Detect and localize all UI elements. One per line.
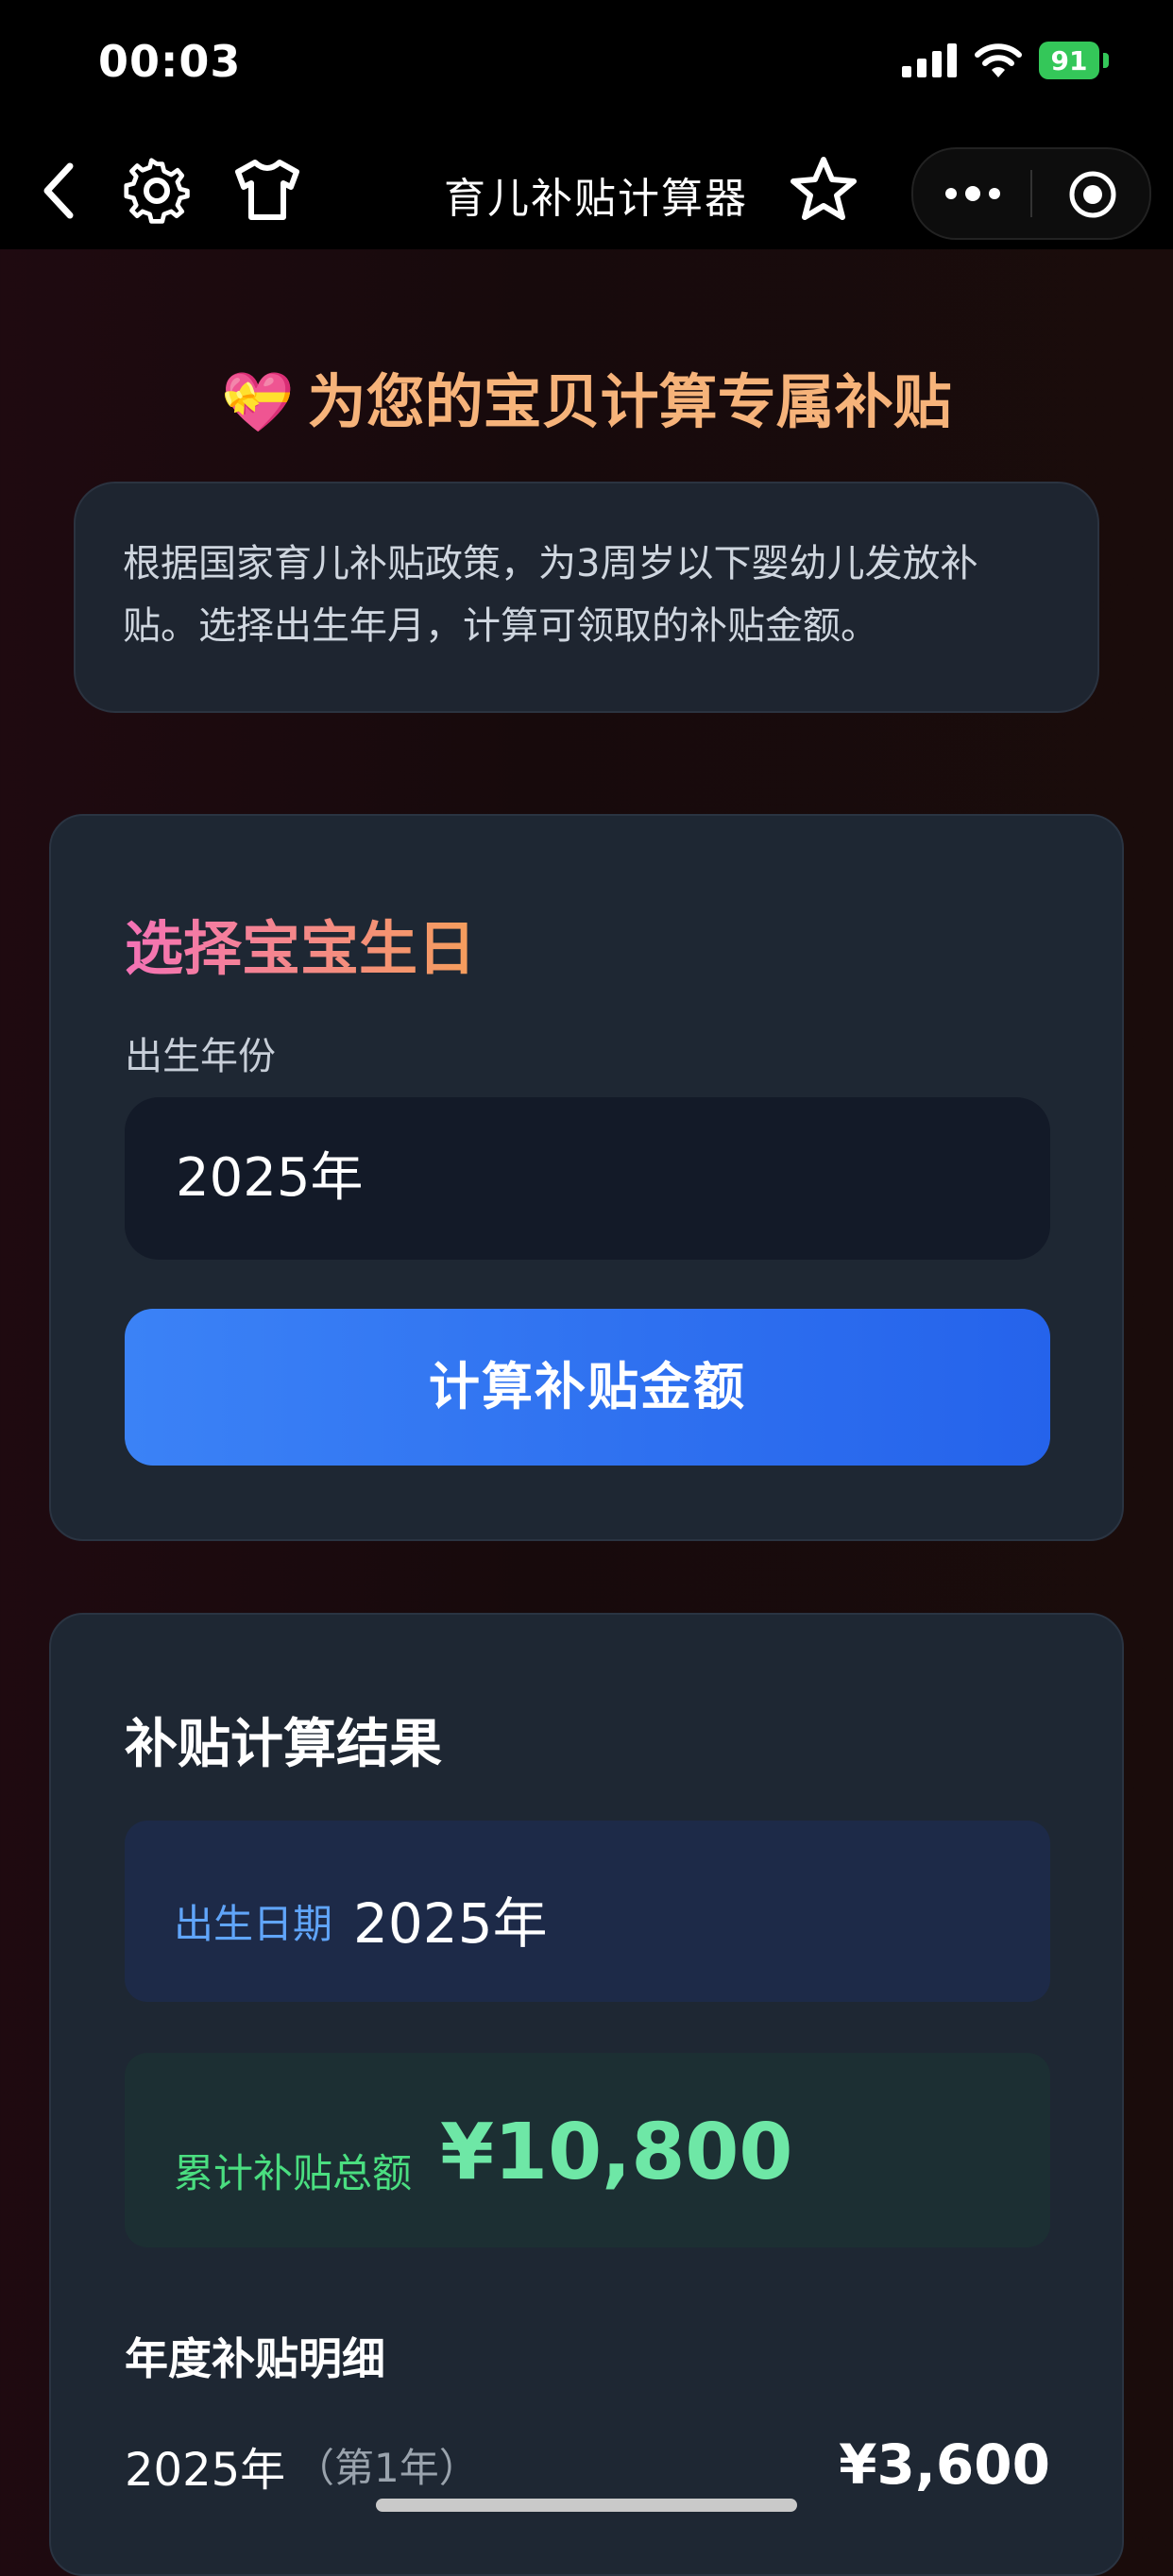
total-subsidy-box: 累计补贴总额 ¥10,800 <box>125 2053 1050 2247</box>
more-icon[interactable] <box>944 181 1002 206</box>
status-bar: 00:03 91 <box>0 0 1173 132</box>
birth-date-label: 出生日期 <box>174 1901 333 1947</box>
star-icon[interactable] <box>790 155 858 223</box>
battery-level: 91 <box>1050 44 1088 76</box>
row-year: 2025年 <box>125 2444 286 2497</box>
signal-icon <box>902 43 957 77</box>
total-subsidy-label: 累计补贴总额 <box>174 2150 413 2196</box>
mini-program-capsule <box>911 147 1151 240</box>
result-card: 补贴计算结果 出生日期 2025年 累计补贴总额 ¥10,800 年度补贴明细 … <box>49 1613 1124 2576</box>
birth-year-label: 出生年份 <box>125 1035 276 1078</box>
hero-title: 💝 为您的宝贝计算专属补贴 <box>0 354 1173 439</box>
annual-detail-row: 2025年 （第1年） ¥3,600 <box>125 2432 1050 2508</box>
battery-tip <box>1103 53 1109 68</box>
total-subsidy-value: ¥10,800 <box>440 2108 793 2197</box>
close-miniprogram-icon[interactable] <box>1066 168 1119 221</box>
birth-date-box: 出生日期 2025年 <box>125 1821 1050 2002</box>
row-year-index: （第1年） <box>295 2445 479 2491</box>
calculate-button[interactable]: 计算补贴金额 <box>125 1309 1050 1466</box>
select-card-title: 选择宝宝生日 <box>125 901 476 986</box>
result-card-title: 补贴计算结果 <box>125 1714 442 1775</box>
hero-title-text: 为您的宝贝计算专属补贴 <box>307 367 952 436</box>
battery-icon: 91 <box>1039 42 1099 79</box>
intro-text: 根据国家育儿补贴政策，为3周岁以下婴幼儿发放补贴。选择出生年月，计算可领取的补贴… <box>123 542 978 648</box>
capsule-divider <box>1030 170 1032 217</box>
home-indicator <box>376 2499 797 2512</box>
annual-detail-title: 年度补贴明细 <box>125 2333 385 2384</box>
wifi-icon <box>975 43 1022 77</box>
status-time: 00:03 <box>98 36 242 87</box>
select-birthday-card: 选择宝宝生日 出生年份 2025年 计算补贴金额 <box>49 814 1124 1541</box>
gift-heart-icon: 💝 <box>221 367 295 436</box>
birth-date-value: 2025年 <box>353 1891 548 1956</box>
birth-year-picker[interactable]: 2025年 <box>125 1097 1050 1260</box>
row-amount: ¥3,600 <box>839 2432 1050 2497</box>
intro-panel: 根据国家育儿补贴政策，为3周岁以下婴幼儿发放补贴。选择出生年月，计算可领取的补贴… <box>74 482 1099 713</box>
